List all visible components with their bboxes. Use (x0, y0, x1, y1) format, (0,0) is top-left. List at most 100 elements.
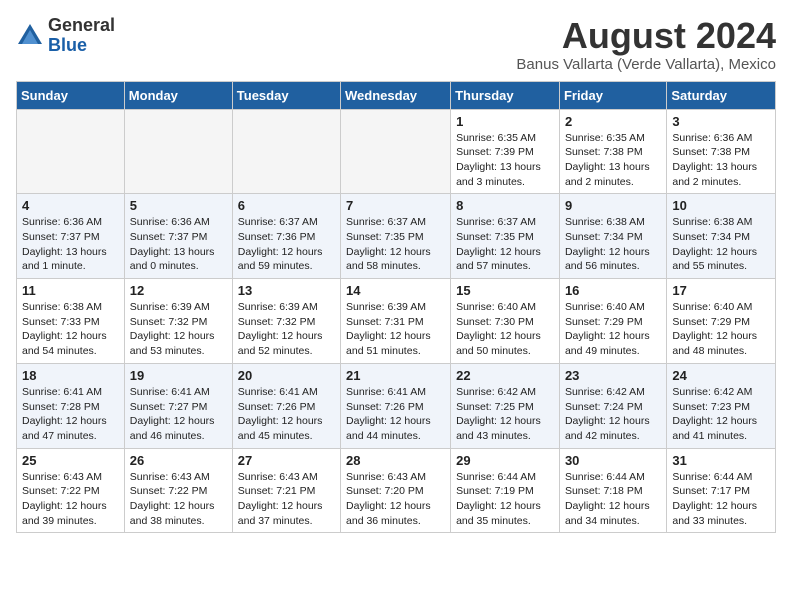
day-number: 16 (565, 283, 661, 298)
calendar-cell: 30 Sunrise: 6:44 AM Sunset: 7:18 PM Dayli… (559, 448, 666, 533)
day-number: 30 (565, 453, 661, 468)
calendar-cell: 9Sunrise: 6:38 AM Sunset: 7:34 PM Daylig… (559, 194, 666, 279)
calendar-cell: 17 Sunrise: 6:40 AM Sunset: 7:29 PM Dayli… (667, 279, 776, 364)
calendar-cell: 10Sunrise: 6:38 AM Sunset: 7:34 PM Dayli… (667, 194, 776, 279)
cell-info: Sunrise: 6:44 AM Sunset: 7:19 PM Dayligh… (456, 470, 554, 529)
logo-blue: Blue (48, 36, 115, 56)
cell-info: Sunrise: 6:40 AM Sunset: 7:30 PM Dayligh… (456, 300, 554, 359)
calendar-header-sunday: Sunday (17, 81, 125, 109)
cell-info: Sunrise: 6:43 AM Sunset: 7:20 PM Dayligh… (346, 470, 445, 529)
cell-info: Sunrise: 6:38 AM Sunset: 7:33 PM Dayligh… (22, 300, 119, 359)
day-number: 21 (346, 368, 445, 383)
calendar-header-wednesday: Wednesday (341, 81, 451, 109)
day-number: 29 (456, 453, 554, 468)
calendar-table: SundayMondayTuesdayWednesdayThursdayFrid… (16, 81, 776, 534)
day-number: 22 (456, 368, 554, 383)
calendar-week-row: 4Sunrise: 6:36 AM Sunset: 7:37 PM Daylig… (17, 194, 776, 279)
calendar-cell: 4Sunrise: 6:36 AM Sunset: 7:37 PM Daylig… (17, 194, 125, 279)
calendar-cell: 27Sunrise: 6:43 AM Sunset: 7:21 PM Dayli… (232, 448, 340, 533)
cell-info: Sunrise: 6:43 AM Sunset: 7:22 PM Dayligh… (130, 470, 227, 529)
day-number: 27 (238, 453, 335, 468)
calendar-week-row: 25 Sunrise: 6:43 AM Sunset: 7:22 PM Dayli… (17, 448, 776, 533)
cell-info: Sunrise: 6:37 AM Sunset: 7:35 PM Dayligh… (456, 215, 554, 274)
calendar-cell: 31 Sunrise: 6:44 AM Sunset: 7:17 PM Dayli… (667, 448, 776, 533)
day-number: 15 (456, 283, 554, 298)
day-number: 12 (130, 283, 227, 298)
calendar-cell: 29 Sunrise: 6:44 AM Sunset: 7:19 PM Dayli… (451, 448, 560, 533)
calendar-cell (17, 109, 125, 194)
main-title: August 2024 (516, 16, 776, 56)
calendar-cell: 25 Sunrise: 6:43 AM Sunset: 7:22 PM Dayli… (17, 448, 125, 533)
calendar-cell: 12 Sunrise: 6:39 AM Sunset: 7:32 PM Dayli… (124, 279, 232, 364)
calendar-cell: 6 Sunrise: 6:37 AM Sunset: 7:36 PM Daylig… (232, 194, 340, 279)
calendar-cell: 1Sunrise: 6:35 AM Sunset: 7:39 PM Daylig… (451, 109, 560, 194)
cell-info: Sunrise: 6:37 AM Sunset: 7:36 PM Dayligh… (238, 215, 335, 274)
cell-info: Sunrise: 6:39 AM Sunset: 7:31 PM Dayligh… (346, 300, 445, 359)
day-number: 14 (346, 283, 445, 298)
cell-info: Sunrise: 6:41 AM Sunset: 7:27 PM Dayligh… (130, 385, 227, 444)
cell-info: Sunrise: 6:40 AM Sunset: 7:29 PM Dayligh… (672, 300, 770, 359)
cell-info: Sunrise: 6:36 AM Sunset: 7:37 PM Dayligh… (22, 215, 119, 274)
day-number: 25 (22, 453, 119, 468)
calendar-week-row: 18Sunrise: 6:41 AM Sunset: 7:28 PM Dayli… (17, 363, 776, 448)
cell-info: Sunrise: 6:36 AM Sunset: 7:38 PM Dayligh… (672, 131, 770, 190)
cell-info: Sunrise: 6:44 AM Sunset: 7:18 PM Dayligh… (565, 470, 661, 529)
cell-info: Sunrise: 6:39 AM Sunset: 7:32 PM Dayligh… (238, 300, 335, 359)
logo-text: General Blue (48, 16, 115, 56)
calendar-cell: 3 Sunrise: 6:36 AM Sunset: 7:38 PM Daylig… (667, 109, 776, 194)
logo: General Blue (16, 16, 115, 56)
day-number: 3 (672, 114, 770, 129)
logo-general: General (48, 16, 115, 36)
day-number: 31 (672, 453, 770, 468)
calendar-header-row: SundayMondayTuesdayWednesdayThursdayFrid… (17, 81, 776, 109)
calendar-cell: 11 Sunrise: 6:38 AM Sunset: 7:33 PM Dayli… (17, 279, 125, 364)
cell-info: Sunrise: 6:41 AM Sunset: 7:26 PM Dayligh… (346, 385, 445, 444)
cell-info: Sunrise: 6:44 AM Sunset: 7:17 PM Dayligh… (672, 470, 770, 529)
calendar-cell: 15 Sunrise: 6:40 AM Sunset: 7:30 PM Dayli… (451, 279, 560, 364)
day-number: 26 (130, 453, 227, 468)
day-number: 2 (565, 114, 661, 129)
cell-info: Sunrise: 6:42 AM Sunset: 7:23 PM Dayligh… (672, 385, 770, 444)
day-number: 28 (346, 453, 445, 468)
day-number: 20 (238, 368, 335, 383)
calendar-week-row: 1Sunrise: 6:35 AM Sunset: 7:39 PM Daylig… (17, 109, 776, 194)
calendar-cell: 22Sunrise: 6:42 AM Sunset: 7:25 PM Dayli… (451, 363, 560, 448)
calendar-cell: 26 Sunrise: 6:43 AM Sunset: 7:22 PM Dayli… (124, 448, 232, 533)
subtitle: Banus Vallarta (Verde Vallarta), Mexico (516, 56, 776, 73)
cell-info: Sunrise: 6:40 AM Sunset: 7:29 PM Dayligh… (565, 300, 661, 359)
calendar-cell: 5 Sunrise: 6:36 AM Sunset: 7:37 PM Daylig… (124, 194, 232, 279)
calendar-cell: 18Sunrise: 6:41 AM Sunset: 7:28 PM Dayli… (17, 363, 125, 448)
day-number: 1 (456, 114, 554, 129)
calendar-cell: 13 Sunrise: 6:39 AM Sunset: 7:32 PM Dayli… (232, 279, 340, 364)
day-number: 18 (22, 368, 119, 383)
day-number: 19 (130, 368, 227, 383)
page-header: General Blue August 2024 Banus Vallarta … (16, 16, 776, 73)
day-number: 17 (672, 283, 770, 298)
calendar-cell: 7Sunrise: 6:37 AM Sunset: 7:35 PM Daylig… (341, 194, 451, 279)
cell-info: Sunrise: 6:39 AM Sunset: 7:32 PM Dayligh… (130, 300, 227, 359)
day-number: 6 (238, 198, 335, 213)
day-number: 5 (130, 198, 227, 213)
cell-info: Sunrise: 6:38 AM Sunset: 7:34 PM Dayligh… (672, 215, 770, 274)
calendar-cell (232, 109, 340, 194)
cell-info: Sunrise: 6:43 AM Sunset: 7:22 PM Dayligh… (22, 470, 119, 529)
title-block: August 2024 Banus Vallarta (Verde Vallar… (516, 16, 776, 73)
calendar-cell: 2 Sunrise: 6:35 AM Sunset: 7:38 PM Daylig… (559, 109, 666, 194)
calendar-cell: 23Sunrise: 6:42 AM Sunset: 7:24 PM Dayli… (559, 363, 666, 448)
cell-info: Sunrise: 6:42 AM Sunset: 7:24 PM Dayligh… (565, 385, 661, 444)
cell-info: Sunrise: 6:36 AM Sunset: 7:37 PM Dayligh… (130, 215, 227, 274)
calendar-cell: 16 Sunrise: 6:40 AM Sunset: 7:29 PM Dayli… (559, 279, 666, 364)
cell-info: Sunrise: 6:38 AM Sunset: 7:34 PM Dayligh… (565, 215, 661, 274)
day-number: 8 (456, 198, 554, 213)
logo-icon (16, 22, 44, 50)
day-number: 13 (238, 283, 335, 298)
day-number: 24 (672, 368, 770, 383)
day-number: 7 (346, 198, 445, 213)
cell-info: Sunrise: 6:35 AM Sunset: 7:38 PM Dayligh… (565, 131, 661, 190)
calendar-week-row: 11 Sunrise: 6:38 AM Sunset: 7:33 PM Dayli… (17, 279, 776, 364)
day-number: 11 (22, 283, 119, 298)
calendar-cell: 19 Sunrise: 6:41 AM Sunset: 7:27 PM Dayli… (124, 363, 232, 448)
calendar-header-saturday: Saturday (667, 81, 776, 109)
calendar-header-tuesday: Tuesday (232, 81, 340, 109)
calendar-cell (341, 109, 451, 194)
